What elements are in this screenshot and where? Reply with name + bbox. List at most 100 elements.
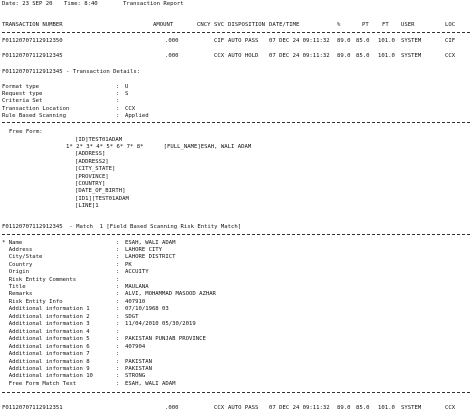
col-datetime: DATE/TIME: [269, 22, 300, 28]
field-label: Transaction Location: [2, 106, 70, 112]
col-transaction-number: TRANSACTION NUMBER: [2, 22, 63, 28]
match-value: 11/04/2010 05/30/2019: [125, 321, 196, 327]
freeform-line: [PROVINCE]: [75, 174, 109, 180]
col-cncy: CNCY: [197, 22, 211, 28]
field-label: Rule Based Scanning: [2, 113, 66, 119]
divider: [2, 234, 470, 235]
field-label: Criteria Set: [2, 98, 43, 104]
freeform-line: [ADDRESS2]: [75, 159, 109, 165]
match-value: ALVI, MOHAMMAD MASOOD AZHAR: [125, 291, 216, 297]
disposition: AUTO PASS: [228, 405, 259, 411]
freeform-line: [ID1][TEST01ADAM: [75, 196, 129, 202]
freeform-line: [COUNTRY]: [75, 181, 106, 187]
field-value: U: [125, 84, 129, 90]
user: SYSTEM: [401, 405, 422, 411]
user: SYSTEM: [401, 38, 422, 44]
divider: [2, 392, 470, 393]
match-value: ESAH, WALI ADAM: [125, 240, 176, 246]
match-label: Additional information 5: [2, 336, 90, 342]
col-amount: AMOUNT: [153, 22, 174, 28]
freeform-line: [ID]TEST01ADAM: [75, 137, 123, 143]
match-label: City/State: [2, 254, 43, 260]
match-label: Origin: [2, 269, 29, 275]
col-svc: SVC: [214, 22, 225, 28]
match-value: SDGT: [125, 314, 139, 320]
percent: 89.0: [337, 53, 351, 59]
freeform-line: [LINE]1: [75, 203, 99, 209]
svc: CCX: [214, 53, 225, 59]
pt: 85.0: [356, 405, 370, 411]
pt: 85.0: [356, 38, 370, 44]
ft: 101.0: [378, 405, 395, 411]
loc: CCX: [445, 405, 456, 411]
amount: .000: [165, 405, 179, 411]
match-label: Additional information 4: [2, 329, 90, 335]
ft: 101.0: [378, 38, 395, 44]
match-value: LAHORE DISTRICT: [125, 254, 176, 260]
match-value: MAULANA: [125, 284, 149, 290]
match-value: PK: [125, 262, 132, 268]
report-time: Time: 8:40: [64, 1, 98, 7]
field-label: Format type: [2, 84, 40, 90]
match-label: Country: [2, 262, 33, 268]
field-value: CCX: [125, 106, 136, 112]
match-value: STRONG: [125, 373, 146, 379]
user: SYSTEM: [401, 53, 422, 59]
match-value: LAHORE CITY: [125, 247, 163, 253]
match-label: Additional information 9: [2, 366, 90, 372]
field-value: S: [125, 91, 129, 97]
match-value: 407904: [125, 344, 146, 350]
col-disposition: DISPOSITION: [228, 22, 266, 28]
col-ft: FT: [382, 22, 389, 28]
amount: .000: [165, 38, 179, 44]
freeform-label: Free Form:: [9, 129, 43, 135]
report-title: Transaction Report: [123, 1, 184, 7]
datetime: 07 DEC 24 09:11:32: [269, 405, 330, 411]
svc: CCX: [214, 405, 225, 411]
loc: CCX: [445, 53, 456, 59]
freeform-line: [CITY_STATE]: [75, 166, 116, 172]
match-label: Additional information 8: [2, 359, 90, 365]
match-label: * Name: [2, 240, 23, 246]
pt: 85.0: [356, 53, 370, 59]
match-value: ESAH, WALI ADAM: [125, 381, 176, 387]
match-label: Additional information 7: [2, 351, 90, 357]
ft: 101.0: [378, 53, 395, 59]
col-percent: %: [337, 22, 341, 28]
match-label: Risk Entity Info: [2, 299, 63, 305]
txn-number: F01120707112912351: [2, 405, 63, 411]
match-value: 07/10/1968 03: [125, 306, 169, 312]
match-label: Remarks: [2, 291, 33, 297]
match-label: Free Form Match Text: [2, 381, 77, 387]
match-value: PAKISTAN: [125, 359, 152, 365]
col-user: USER: [401, 22, 415, 28]
divider: [2, 122, 470, 123]
freeform-line: [DATE_OF_BIRTH]: [75, 188, 126, 194]
freeform-line: 1* 2* 3* 4* 5* 6* 7* 8* [FULL_NAME]ESAH,…: [66, 144, 252, 150]
match-label: Additional information 1: [2, 306, 90, 312]
txn-number: F01120707112912345: [2, 53, 63, 59]
match-label: Additional information 2: [2, 314, 90, 320]
match-value: 407910: [125, 299, 146, 305]
freeform-line: [ADDRESS]: [75, 151, 106, 157]
percent: 89.0: [337, 38, 351, 44]
match-value: PAKISTAN: [125, 366, 152, 372]
divider: [2, 32, 470, 33]
match-heading: F01120707112912345 - Match 1 [Field Base…: [2, 224, 242, 230]
match-label: Additional information 3: [2, 321, 90, 327]
report-date: Date: 23 SEP 20: [2, 1, 53, 7]
match-label: Title: [2, 284, 26, 290]
datetime: 07 DEC 24 09:11:32: [269, 53, 330, 59]
match-label: Address: [2, 247, 33, 253]
details-heading: F01120707112912345 - Transaction Details…: [2, 69, 141, 75]
field-value: Applied: [125, 113, 149, 119]
match-label: Additional information 10: [2, 373, 93, 379]
col-pt: PT: [362, 22, 369, 28]
loc: CIF: [445, 38, 456, 44]
match-value: PAKISTAN PUNJAB PROVINCE: [125, 336, 206, 342]
amount: .000: [165, 53, 179, 59]
match-label: Risk Entity Comments: [2, 277, 77, 283]
svc: CIF: [214, 38, 225, 44]
disposition: AUTO HOLD: [228, 53, 259, 59]
col-loc: LOC: [445, 22, 456, 28]
